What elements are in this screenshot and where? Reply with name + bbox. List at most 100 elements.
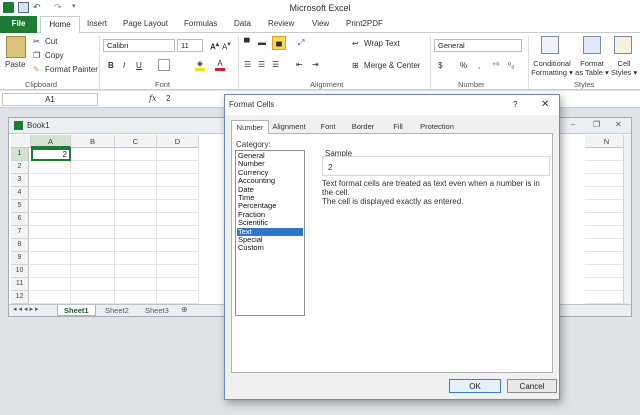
- paste-button[interactable]: Paste: [5, 60, 25, 69]
- cell-c4[interactable]: [115, 187, 157, 200]
- grow-font-icon[interactable]: A▴: [210, 40, 219, 52]
- row-header-8[interactable]: 8: [11, 239, 29, 252]
- tab-data[interactable]: Data: [234, 19, 251, 28]
- cell-d7[interactable]: [157, 226, 199, 239]
- tab-review[interactable]: Review: [268, 19, 294, 28]
- cell-b10[interactable]: [71, 265, 115, 278]
- cell-c9[interactable]: [115, 252, 157, 265]
- workbook-close-icon[interactable]: ✕: [615, 120, 622, 129]
- cell-d5[interactable]: [157, 200, 199, 213]
- select-all-corner[interactable]: [11, 135, 31, 148]
- cell-c3[interactable]: [115, 174, 157, 187]
- font-color-icon[interactable]: A: [215, 59, 225, 71]
- cell-a5[interactable]: [31, 200, 71, 213]
- insert-sheet-icon[interactable]: ⊕: [181, 305, 188, 314]
- cell-d6[interactable]: [157, 213, 199, 226]
- paste-icon[interactable]: [6, 36, 26, 58]
- column-header-c[interactable]: C: [115, 135, 157, 148]
- format-painter-button[interactable]: Format Painter: [45, 65, 98, 74]
- dialog-close-icon[interactable]: ✕: [541, 99, 549, 110]
- row-header-11[interactable]: 11: [11, 278, 29, 291]
- ok-button[interactable]: OK: [449, 379, 501, 393]
- cell-a2[interactable]: [31, 161, 71, 174]
- column-header-a[interactable]: A: [31, 135, 71, 148]
- cell-b9[interactable]: [71, 252, 115, 265]
- row-header-5[interactable]: 5: [11, 200, 29, 213]
- cell-b11[interactable]: [71, 278, 115, 291]
- cell-styles-icon[interactable]: [614, 36, 632, 54]
- row-header-1[interactable]: 1: [11, 148, 29, 161]
- column-header-b[interactable]: B: [71, 135, 115, 148]
- increase-decimal-icon[interactable]: ⁺⁰: [492, 61, 499, 70]
- workbook-minimize-icon[interactable]: –: [571, 120, 575, 129]
- cell-a7[interactable]: [31, 226, 71, 239]
- align-bottom-icon[interactable]: ▄: [272, 36, 286, 50]
- row-header-3[interactable]: 3: [11, 174, 29, 187]
- formula-input[interactable]: 2: [166, 94, 170, 103]
- cell-b5[interactable]: [71, 200, 115, 213]
- sheet-nav-arrows-icon[interactable]: ◂◂◂▸▸: [13, 305, 41, 313]
- category-item-custom[interactable]: Custom: [237, 243, 303, 252]
- cell-b7[interactable]: [71, 226, 115, 239]
- tab-formulas[interactable]: Formulas: [184, 19, 217, 28]
- tab-file[interactable]: File: [0, 16, 37, 33]
- cell-c5[interactable]: [115, 200, 157, 213]
- comma-icon[interactable]: ,: [478, 61, 480, 70]
- cell-d2[interactable]: [157, 161, 199, 174]
- cell-a12[interactable]: [31, 291, 71, 304]
- align-center-icon[interactable]: ☰: [258, 60, 265, 69]
- row-header-7[interactable]: 7: [11, 226, 29, 239]
- merge-center-button[interactable]: Merge & Center: [364, 61, 420, 70]
- dialog-help-button[interactable]: ?: [513, 100, 517, 109]
- column-header-d[interactable]: D: [157, 135, 199, 148]
- cell-a6[interactable]: [31, 213, 71, 226]
- insert-function-icon[interactable]: fx: [149, 94, 156, 103]
- format-as-table-button[interactable]: Format as Table ▾: [575, 59, 609, 77]
- cell-b1[interactable]: [71, 148, 115, 161]
- cell-d3[interactable]: [157, 174, 199, 187]
- italic-button[interactable]: I: [123, 61, 125, 70]
- cell-a9[interactable]: [31, 252, 71, 265]
- increase-indent-icon[interactable]: ⇥: [312, 60, 319, 69]
- copy-button[interactable]: Copy: [45, 51, 64, 60]
- row-header-12[interactable]: 12: [11, 291, 29, 304]
- cell-b4[interactable]: [71, 187, 115, 200]
- cell-c12[interactable]: [115, 291, 157, 304]
- cell-b3[interactable]: [71, 174, 115, 187]
- cell-c7[interactable]: [115, 226, 157, 239]
- tab-page-layout[interactable]: Page Layout: [123, 19, 168, 28]
- cell-c8[interactable]: [115, 239, 157, 252]
- cell-d9[interactable]: [157, 252, 199, 265]
- tab-view[interactable]: View: [312, 19, 329, 28]
- cell-b8[interactable]: [71, 239, 115, 252]
- workbook-restore-icon[interactable]: ❐: [593, 120, 600, 129]
- conditional-formatting-icon[interactable]: [541, 36, 559, 54]
- sheet-tab-sheet2[interactable]: Sheet2: [99, 305, 135, 316]
- cell-c2[interactable]: [115, 161, 157, 174]
- percent-icon[interactable]: %: [460, 61, 467, 70]
- sheet-tab-sheet1[interactable]: Sheet1: [57, 305, 96, 316]
- cell-b2[interactable]: [71, 161, 115, 174]
- font-size-select[interactable]: 11: [177, 39, 203, 52]
- category-list[interactable]: General Number Currency Accounting Date Time P…: [235, 150, 305, 316]
- cell-c6[interactable]: [115, 213, 157, 226]
- cell-a10[interactable]: [31, 265, 71, 278]
- cell-a11[interactable]: [31, 278, 71, 291]
- cell-c10[interactable]: [115, 265, 157, 278]
- bold-button[interactable]: B: [108, 61, 114, 70]
- tab-print2pdf[interactable]: Print2PDF: [346, 19, 383, 28]
- cut-button[interactable]: Cut: [45, 37, 57, 46]
- cell-d8[interactable]: [157, 239, 199, 252]
- sheet-tab-sheet3[interactable]: Sheet3: [139, 305, 175, 316]
- cell-b12[interactable]: [71, 291, 115, 304]
- cell-d1[interactable]: [157, 148, 199, 161]
- row-header-9[interactable]: 9: [11, 252, 29, 265]
- tab-home[interactable]: Home: [40, 16, 80, 34]
- number-format-select[interactable]: General: [434, 39, 522, 52]
- cell-d10[interactable]: [157, 265, 199, 278]
- name-box[interactable]: A1: [2, 93, 98, 106]
- align-top-icon[interactable]: ▀: [244, 38, 250, 47]
- cell-a4[interactable]: [31, 187, 71, 200]
- tab-insert[interactable]: Insert: [87, 19, 107, 28]
- cell-c11[interactable]: [115, 278, 157, 291]
